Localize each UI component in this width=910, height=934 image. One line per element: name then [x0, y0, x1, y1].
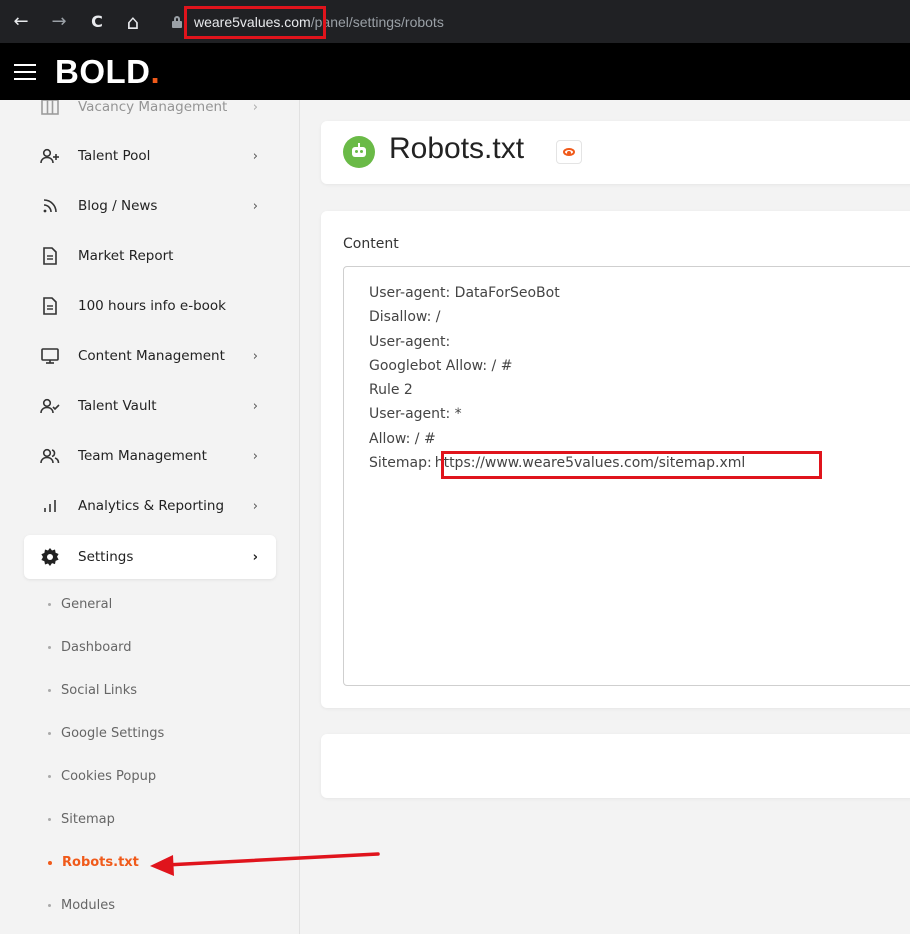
logo[interactable]: BOLD. [55, 53, 160, 91]
sidebar-item-label: Team Management [78, 448, 207, 464]
back-icon[interactable]: ← [8, 11, 34, 32]
bullet-icon [48, 646, 51, 649]
subnav-item-dashboard[interactable]: Dashboard [48, 640, 132, 655]
sidebar-item-label: Blog / News [78, 198, 158, 214]
sidebar-item-label: Content Management [78, 348, 225, 364]
subnav-item-social-links[interactable]: Social Links [48, 683, 137, 698]
chevron-right-icon: › [252, 348, 258, 364]
eye-icon [563, 148, 575, 156]
sidebar-item-analytics-reporting[interactable]: Analytics & Reporting › [24, 484, 276, 528]
footer-card [321, 734, 910, 798]
subnav-item-general[interactable]: General [48, 597, 112, 612]
bar-chart-icon [38, 499, 62, 513]
page-title: Robots.txt [389, 132, 525, 165]
annotation-highlight-box [184, 6, 326, 39]
subnav-label: Social Links [61, 683, 138, 698]
bullet-icon [48, 603, 51, 606]
content-line: Rule 2 [369, 382, 413, 399]
chevron-right-icon: › [252, 198, 258, 214]
subnav-item-modules[interactable]: Modules [48, 898, 115, 913]
subnav-item-google-settings[interactable]: Google Settings [48, 726, 164, 741]
annotation-arrow-icon [150, 852, 380, 876]
chevron-right-icon: › [252, 498, 258, 514]
monitor-icon [38, 348, 62, 364]
sidebar: Vacancy Management › Talent Pool › Blog … [0, 100, 300, 934]
chevron-right-icon: › [252, 100, 258, 115]
robot-icon [343, 136, 375, 168]
bullet-icon [48, 860, 52, 865]
sidebar-item-label: Talent Vault [78, 398, 157, 414]
sidebar-item-market-report[interactable]: Market Report [24, 234, 276, 278]
page-header-card: Robots.txt [321, 121, 910, 184]
subnav-item-sitemap[interactable]: Sitemap [48, 812, 115, 827]
chevron-right-icon: › [252, 549, 258, 565]
content-line: User-agent: [369, 333, 451, 350]
content-line: Googlebot Allow: / # [369, 357, 513, 374]
subnav-label: Sitemap [61, 812, 115, 827]
subnav-label: Cookies Popup [61, 769, 157, 784]
sidebar-item-team-management[interactable]: Team Management › [24, 434, 276, 478]
content-line: User-agent: DataForSeoBot [369, 285, 560, 301]
bullet-icon [48, 732, 51, 735]
forward-icon[interactable]: → [46, 11, 72, 32]
url-path: /panel/settings/robots [310, 13, 444, 30]
rss-icon [38, 198, 62, 214]
sidebar-item-label: Analytics & Reporting [78, 498, 225, 514]
home-icon[interactable]: ⌂ [120, 10, 146, 34]
document-icon [38, 247, 62, 265]
bullet-icon [48, 818, 51, 821]
sidebar-item-label: Market Report [78, 248, 174, 264]
app-header: BOLD. [0, 43, 910, 100]
bullet-icon [48, 775, 51, 778]
users-icon [38, 448, 62, 464]
subnav-label: Google Settings [61, 726, 165, 741]
content-label: Content [343, 236, 399, 252]
user-check-icon [38, 398, 62, 414]
sidebar-item-label: Talent Pool [78, 148, 151, 164]
sitemap-prefix: Sitemap: [369, 455, 432, 472]
sidebar-item-talent-vault[interactable]: Talent Vault › [24, 384, 276, 428]
bullet-icon [48, 689, 51, 692]
sidebar-item-label: Settings [78, 549, 134, 565]
subnav-label: Modules [61, 898, 116, 913]
sidebar-item-ebook[interactable]: 100 hours info e-book [24, 284, 276, 328]
sidebar-item-settings[interactable]: Settings › [24, 535, 276, 579]
sidebar-item-blog-news[interactable]: Blog / News › [24, 184, 276, 228]
preview-button[interactable] [556, 140, 582, 164]
chevron-right-icon: › [252, 148, 258, 164]
sidebar-item-label: Vacancy Management [78, 100, 228, 115]
gear-icon [38, 547, 62, 567]
bullet-icon [48, 904, 51, 907]
content-line: Allow: / # [369, 430, 436, 447]
content-line: User-agent: * [369, 406, 462, 423]
user-plus-icon [38, 148, 62, 164]
sidebar-item-talent-pool[interactable]: Talent Pool › [24, 134, 276, 178]
document-icon [38, 297, 62, 315]
subnav-label: Robots.txt [62, 855, 139, 870]
annotation-highlight-box [441, 451, 822, 479]
subnav-item-cookies-popup[interactable]: Cookies Popup [48, 769, 156, 784]
chevron-right-icon: › [252, 448, 258, 464]
columns-icon [38, 100, 62, 115]
content-line: Disallow: / [369, 309, 441, 326]
hamburger-menu-icon[interactable] [14, 63, 36, 80]
sidebar-item-content-management[interactable]: Content Management › [24, 334, 276, 378]
sidebar-item-label: 100 hours info e-book [78, 298, 226, 314]
lock-icon [172, 15, 182, 28]
reload-icon[interactable]: C [84, 12, 110, 31]
subnav-item-robots-txt[interactable]: Robots.txt [48, 855, 139, 870]
chevron-right-icon: › [252, 398, 258, 414]
subnav-label: Dashboard [61, 640, 132, 655]
subnav-label: General [61, 597, 113, 612]
sidebar-item-vacancy-management[interactable]: Vacancy Management › [24, 100, 276, 129]
browser-toolbar: ← → C ⌂ weare5values.com/panel/settings/… [0, 0, 910, 43]
